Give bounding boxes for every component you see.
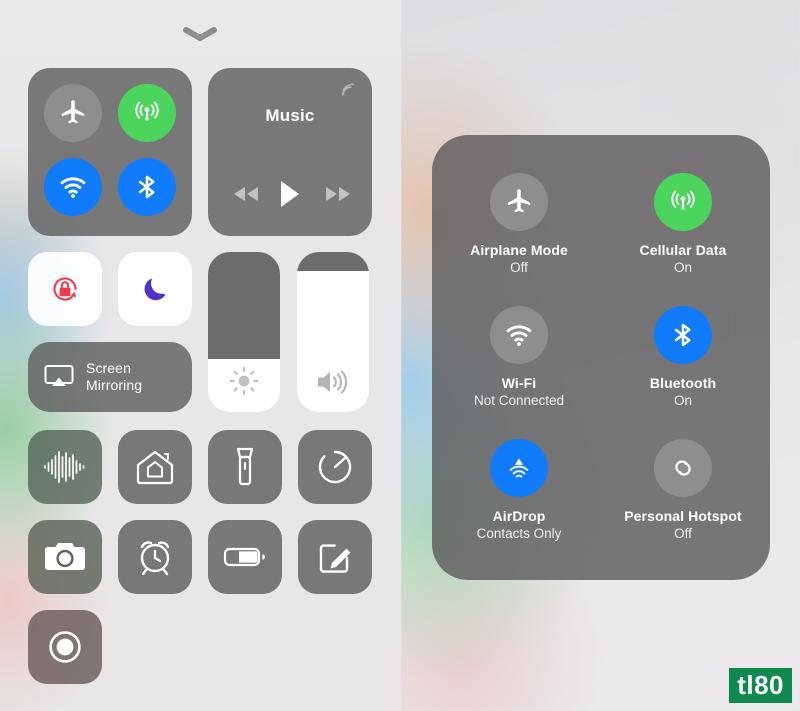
expanded-cellular-data-cell[interactable]: Cellular Data On [608,173,758,277]
bluetooth-icon [138,175,155,199]
music-transport-controls [208,172,372,216]
cell-title: Wi-Fi [501,375,537,391]
cell-state: Contacts Only [476,526,562,541]
music-title: Music [265,106,315,125]
cell-title: Cellular Data [639,242,727,258]
watermark: tl80 [729,668,792,703]
cell-state: Not Connected [473,393,565,408]
screen-mirroring-label-line2: Mirroring [86,377,143,393]
rotation-lock-toggle[interactable] [28,252,102,326]
expanded-bluetooth-cell[interactable]: Bluetooth On [608,306,758,410]
notes-shortcut[interactable] [298,520,372,594]
alarm-clock-icon [140,541,170,576]
wifi-toggle-expanded[interactable] [490,306,548,364]
cell-state: On [673,260,692,275]
wifi-icon [506,325,532,346]
airplane-mode-toggle[interactable] [44,84,102,142]
timer-shortcut[interactable] [298,430,372,504]
music-module[interactable]: Music [208,68,372,236]
volume-icon [318,370,348,394]
expanded-airdrop-cell[interactable]: AirDrop Contacts Only [444,439,594,543]
cellular-data-toggle[interactable] [118,84,176,142]
airplay-audio-icon[interactable] [340,78,360,98]
control-center-screenshot: Music Screen Mirroring Airplane Mode Off… [0,0,800,711]
moon-icon [144,278,166,301]
timer-icon [318,450,352,484]
airplane-mode-toggle-expanded[interactable] [490,173,548,231]
camera-icon [45,543,85,570]
hotspot-icon [675,460,691,476]
cell-state: On [673,393,692,408]
personal-hotspot-toggle-expanded[interactable] [654,439,712,497]
audio-waveform-icon [44,451,85,483]
wifi-toggle[interactable] [44,158,102,216]
brightness-icon [229,366,259,396]
record-icon [49,631,81,663]
screen-mirroring-label: Screen Mirroring [86,360,142,394]
chevron-down-icon[interactable] [178,24,222,44]
cell-title: Airplane Mode [470,242,568,258]
brightness-slider[interactable] [208,252,280,412]
home-icon [136,450,174,485]
bluetooth-icon [674,323,691,347]
rewind-icon [234,187,258,201]
hearing-shortcut[interactable] [28,430,102,504]
wifi-icon [60,177,86,198]
fast-forward-icon [326,187,350,201]
expanded-wifi-cell[interactable]: Wi-Fi Not Connected [444,306,594,410]
home-shortcut[interactable] [118,430,192,504]
airdrop-toggle-expanded[interactable] [490,439,548,497]
play-icon [281,181,299,207]
left-screenshot-half: Music Screen Mirroring [0,0,401,711]
airplay-screen-icon [44,365,74,386]
camera-shortcut[interactable] [28,520,102,594]
screen-recording-shortcut[interactable] [28,610,102,684]
screen-mirroring-button[interactable]: Screen Mirroring [28,342,192,412]
low-power-mode-shortcut[interactable] [208,520,282,594]
screen-mirroring-label-line1: Screen [86,360,131,376]
airplane-icon [61,100,85,124]
do-not-disturb-toggle[interactable] [118,252,192,326]
flashlight-shortcut[interactable] [208,430,282,504]
cellular-data-toggle-expanded[interactable] [654,173,712,231]
previous-track-button[interactable] [222,172,270,216]
airplane-icon [507,189,531,213]
bluetooth-toggle-expanded[interactable] [654,306,712,364]
alarm-shortcut[interactable] [118,520,192,594]
play-button[interactable] [266,172,314,216]
expanded-personal-hotspot-cell[interactable]: Personal Hotspot Off [608,439,758,543]
cell-state: Off [510,260,528,275]
next-track-button[interactable] [314,172,362,216]
cellular-data-icon [135,101,159,121]
connectivity-module[interactable] [28,68,192,236]
cellular-data-icon [671,190,695,210]
cell-state: Off [674,526,692,541]
cell-title: Personal Hotspot [624,508,742,524]
volume-icon-wrap [297,366,369,398]
brightness-icon-wrap [208,364,280,398]
battery-icon [223,547,265,567]
rotation-lock-icon [53,277,77,301]
flashlight-icon [236,447,254,486]
expanded-connectivity-panel: Airplane Mode Off Cellular Data On Wi-Fi… [432,135,770,580]
bluetooth-toggle[interactable] [118,158,176,216]
compose-note-icon [319,544,351,573]
airdrop-icon [509,458,529,478]
cell-title: Bluetooth [649,375,717,391]
expanded-airplane-mode-cell[interactable]: Airplane Mode Off [444,173,594,277]
brightness-slider-track [208,252,280,360]
volume-slider-track [297,252,369,272]
cell-title: AirDrop [492,508,546,524]
volume-slider[interactable] [297,252,369,412]
